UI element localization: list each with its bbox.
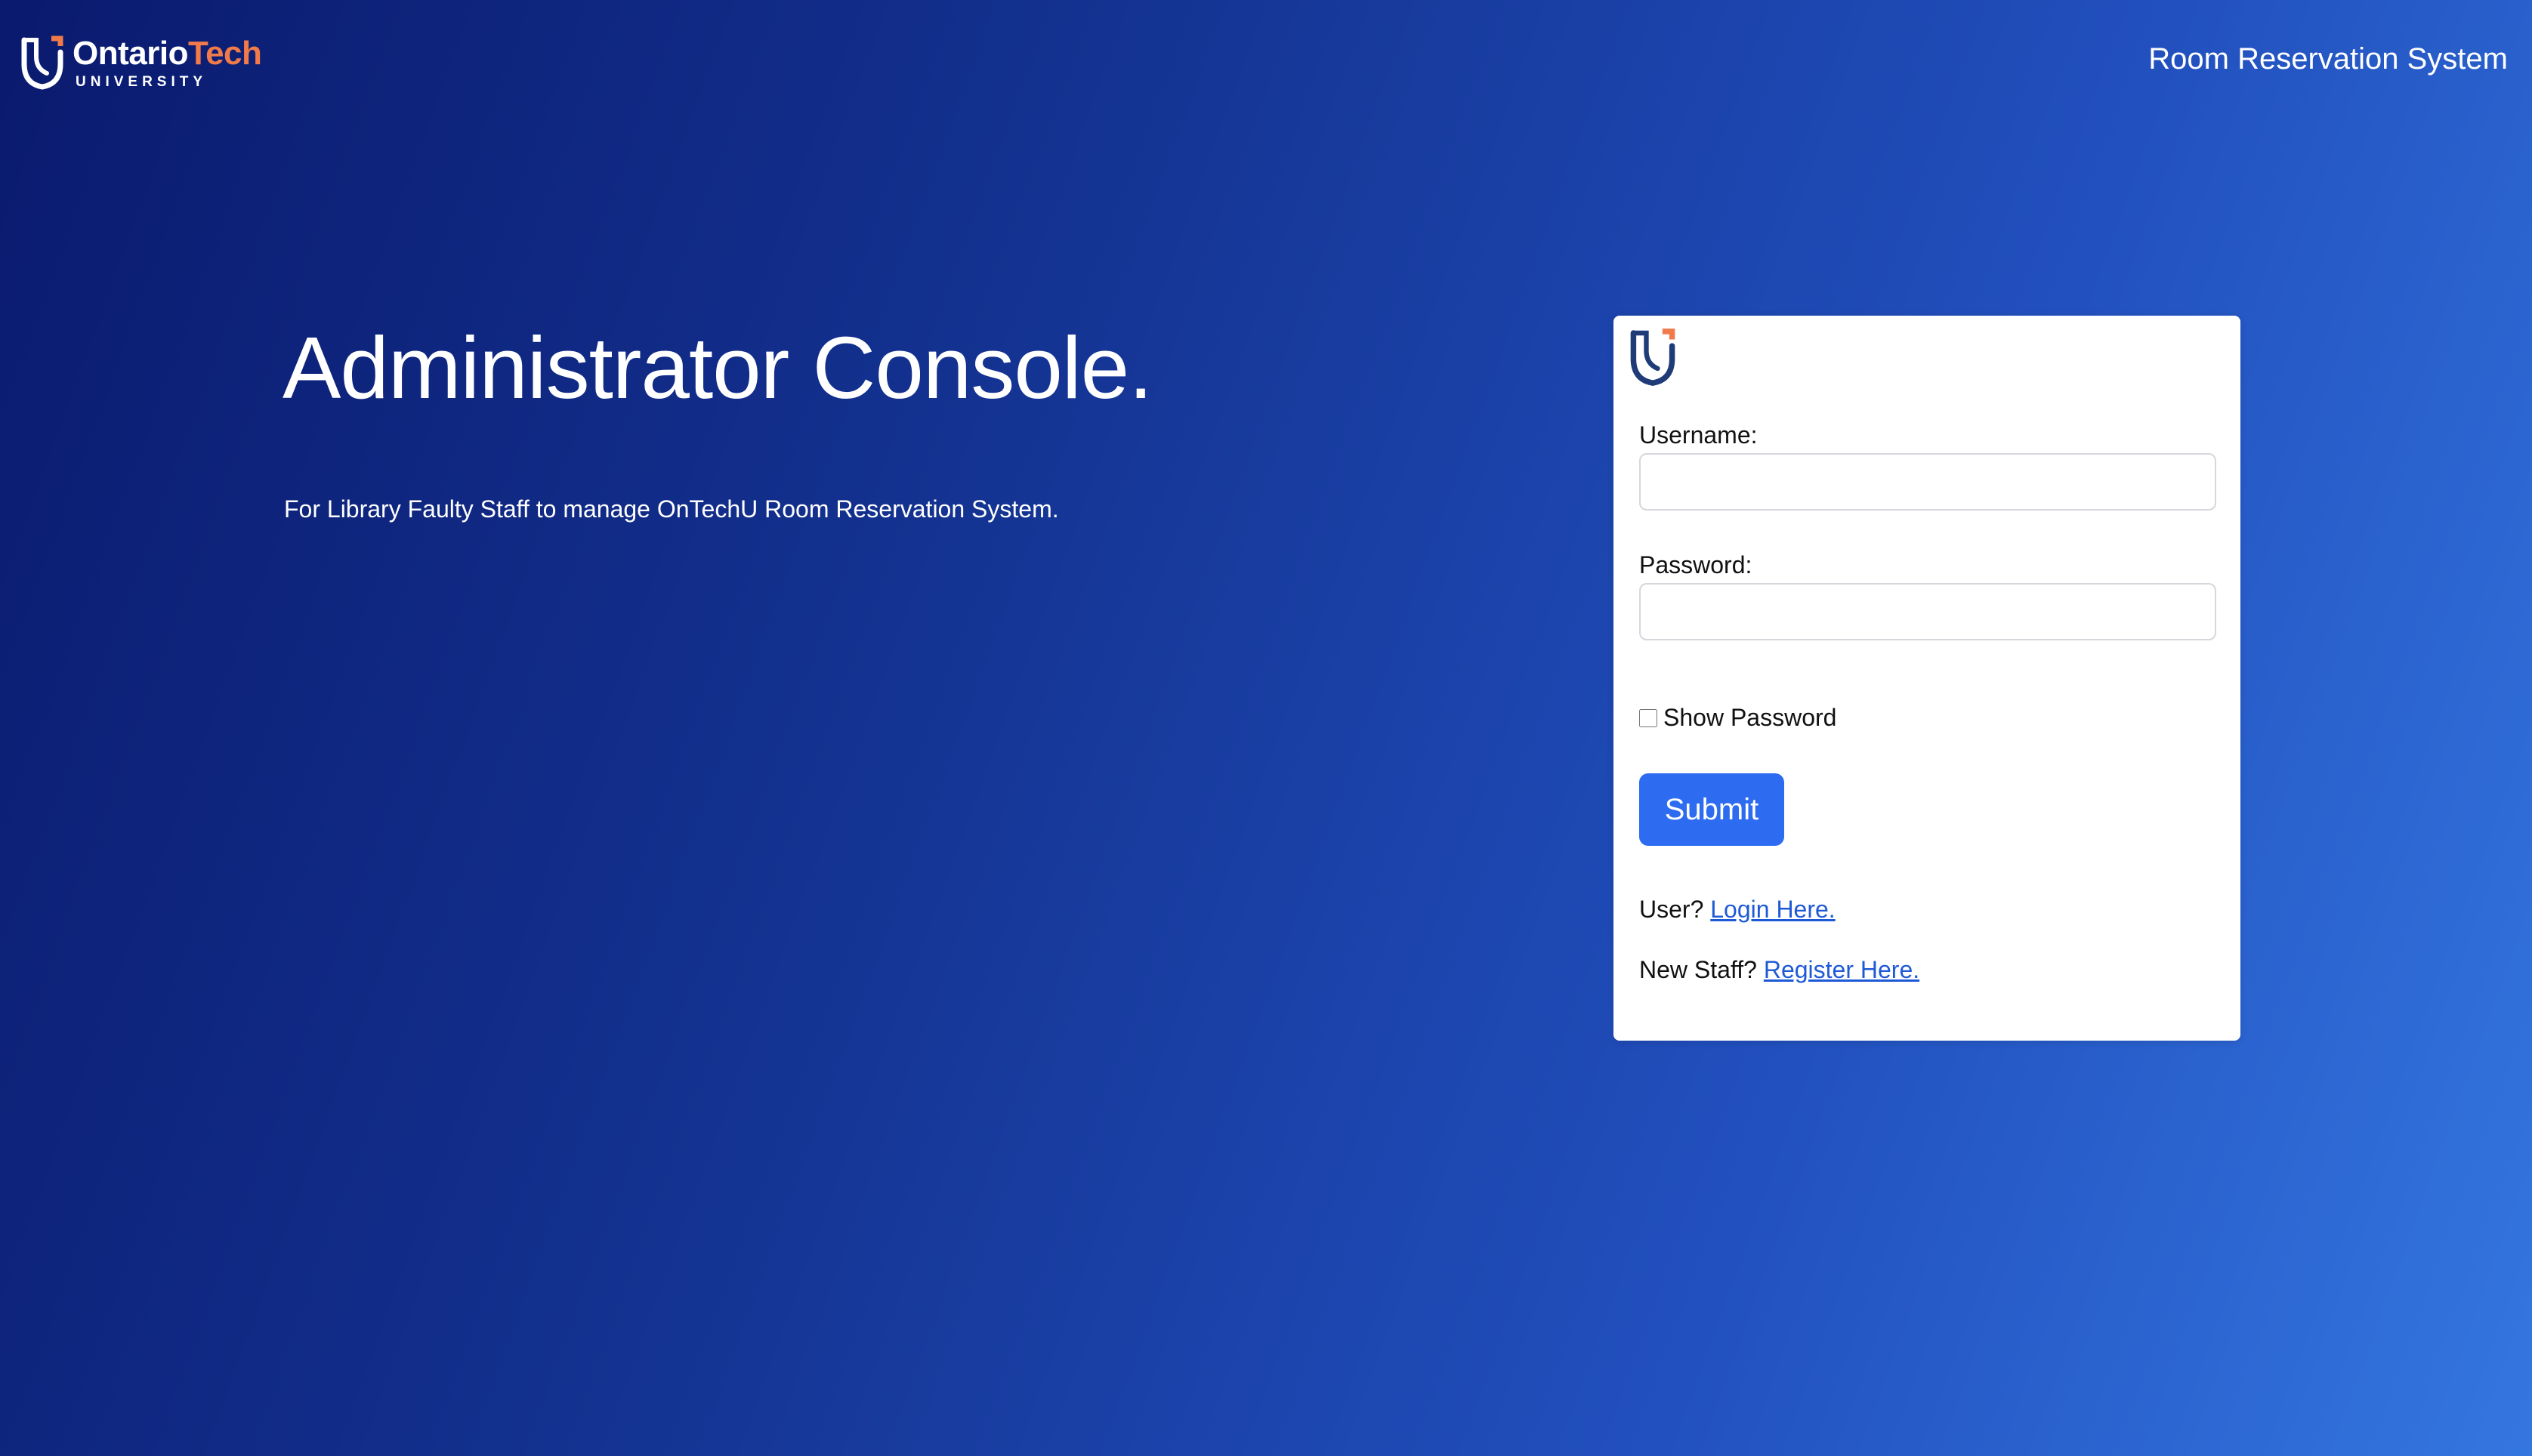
- login-card: Username: Password: Show Password Submit…: [1613, 316, 2240, 1041]
- username-label: Username:: [1639, 421, 1758, 449]
- username-input[interactable]: [1639, 453, 2216, 511]
- show-password-checkbox[interactable]: [1639, 708, 1657, 727]
- ontario-tech-shield-icon: [21, 35, 63, 90]
- brand-name-accent: Tech: [187, 34, 262, 72]
- user-prompt: User?: [1639, 896, 1704, 923]
- show-password-label[interactable]: Show Password: [1663, 704, 1836, 732]
- user-login-row: User? Login Here.: [1639, 896, 1836, 924]
- page-description: For Library Faulty Staff to manage OnTec…: [284, 495, 1059, 523]
- university-logo[interactable]: OntarioTech UNIVERSITY: [20, 33, 262, 92]
- submit-button[interactable]: Submit: [1639, 773, 1784, 846]
- user-login-link[interactable]: Login Here.: [1710, 896, 1835, 923]
- brand-wordmark: OntarioTech UNIVERSITY: [73, 34, 262, 90]
- staff-register-row: New Staff? Register Here.: [1639, 956, 1919, 984]
- password-input[interactable]: [1639, 583, 2216, 640]
- brand-name-primary: Ontario: [73, 34, 188, 72]
- show-password-row: Show Password: [1639, 704, 1836, 732]
- brand-subtitle: UNIVERSITY: [76, 73, 208, 90]
- staff-prompt: New Staff?: [1639, 956, 1757, 983]
- password-label: Password:: [1639, 551, 1752, 578]
- staff-register-link[interactable]: Register Here.: [1764, 956, 1919, 983]
- page-title: Administrator Console.: [283, 319, 1153, 417]
- brand-name: OntarioTech: [73, 34, 262, 72]
- system-title: Room Reservation System: [2148, 42, 2508, 76]
- ontario-tech-shield-icon: [1630, 329, 1675, 386]
